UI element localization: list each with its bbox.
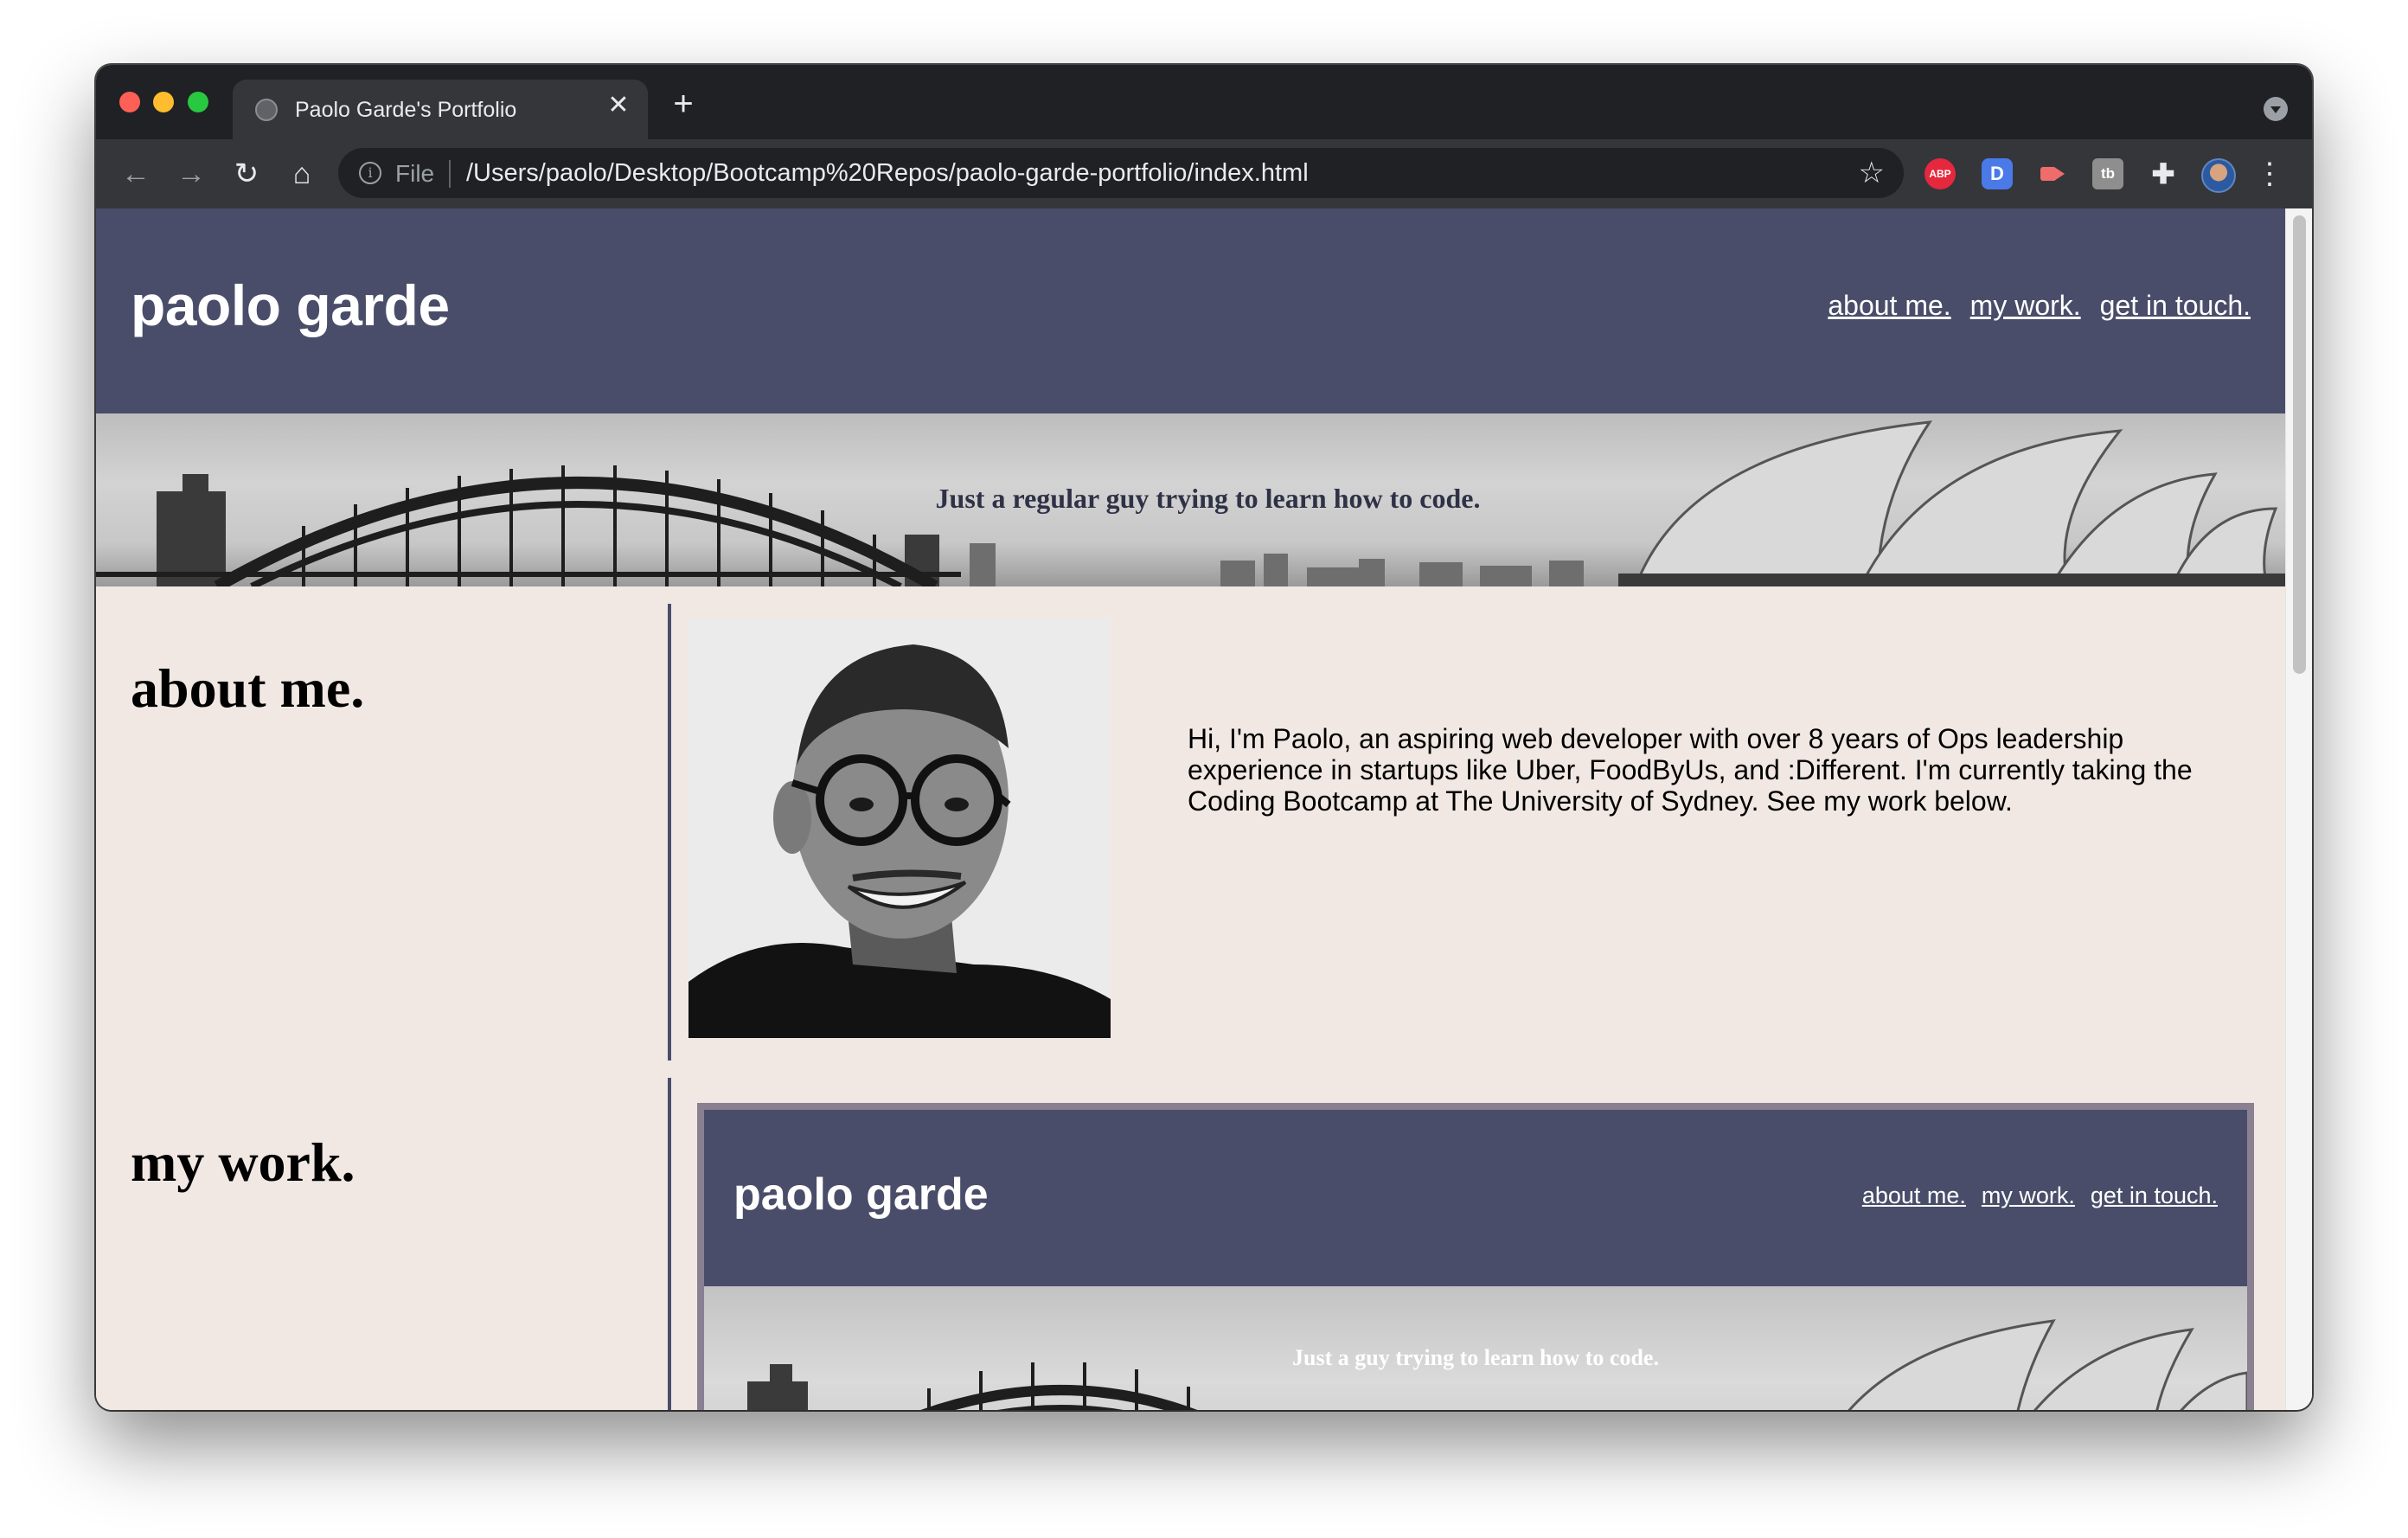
browser-menu-icon[interactable]: ⋮ [2255,157,2284,191]
page-scrollbar[interactable] [2285,208,2312,1410]
new-tab-button[interactable]: + [669,87,698,121]
preview-nav-about: about me. [1861,1182,1966,1208]
profile-photo [688,618,1111,1038]
work-heading: my work. [131,1131,355,1193]
browser-window: Paolo Garde's Portfolio ✕ + ← → ↻ ⌂ i Fi… [96,65,2312,1410]
nav-work-link[interactable]: my work. [1970,290,2081,322]
tab-search-icon[interactable] [2264,97,2288,121]
page-viewport: paolo garde about me. my work. get in to… [96,208,2285,1410]
preview-nav-work: my work. [1981,1182,2075,1208]
tb-extension-icon[interactable]: tb [2092,158,2123,189]
d-extension-icon[interactable]: D [1982,158,2013,189]
site-brand[interactable]: paolo garde [131,272,450,338]
preview-tagline: Just a guy trying to learn how to code. [1292,1345,1659,1370]
bookmark-star-icon[interactable]: ☆ [1859,156,1885,190]
site-header: paolo garde about me. my work. get in to… [96,208,2285,413]
minimize-window-button[interactable] [153,92,174,112]
site-nav: about me. my work. get in touch. [1828,290,2251,322]
close-window-button[interactable] [119,92,140,112]
preview-header: paolo garde about me. my work. get in to… [704,1110,2247,1286]
preview-hero: Just a guy trying to learn how to code. [704,1286,2247,1410]
tab-title: Paolo Garde's Portfolio [295,98,517,122]
nav-contact-link[interactable]: get in touch. [2100,290,2251,322]
browser-tab[interactable]: Paolo Garde's Portfolio ✕ [233,80,648,139]
extensions-puzzle-icon[interactable]: ✚ [2148,158,2179,189]
info-icon[interactable]: i [359,162,381,184]
preview-nav-contact: get in touch. [2090,1182,2218,1208]
project-preview-card[interactable]: paolo garde about me. my work. get in to… [697,1103,2254,1410]
browser-toolbar: ← → ↻ ⌂ i File /Users/paolo/Desktop/Boot… [96,139,2312,208]
close-tab-icon[interactable]: ✕ [605,92,632,119]
nav-about-link[interactable]: about me. [1828,290,1950,322]
about-divider [668,604,671,1061]
forward-arrow-icon[interactable]: → [174,157,208,191]
scrollbar-thumb[interactable] [2293,215,2306,674]
globe-icon [255,99,278,121]
about-heading: about me. [131,657,365,719]
browser-titlebar: Paolo Garde's Portfolio ✕ + [96,65,2312,139]
hero-tagline: Just a regular guy trying to learn how t… [935,483,1481,514]
adblock-plus-icon[interactable]: ABP [1924,158,1956,189]
profile-avatar[interactable] [2201,158,2236,193]
work-divider [668,1078,671,1410]
home-icon[interactable]: ⌂ [285,157,319,191]
address-bar[interactable]: i File /Users/paolo/Desktop/Bootcamp%20R… [338,148,1904,198]
preview-brand: paolo garde [733,1170,989,1220]
bio-text: Hi, I'm Paolo, an aspiring web developer… [1188,723,2193,817]
url-scheme-label: File [395,160,435,187]
preview-nav: about me. my work. get in touch. [1862,1182,2218,1209]
url-text[interactable]: /Users/paolo/Desktop/Bootcamp%20Repos/pa… [466,159,1309,188]
video-extension-icon[interactable] [2037,158,2068,189]
hero-banner: Just a regular guy trying to learn how t… [96,413,2285,586]
reload-icon[interactable]: ↻ [229,157,264,191]
address-separator [449,160,451,188]
back-arrow-icon[interactable]: ← [118,157,153,191]
maximize-window-button[interactable] [188,92,208,112]
